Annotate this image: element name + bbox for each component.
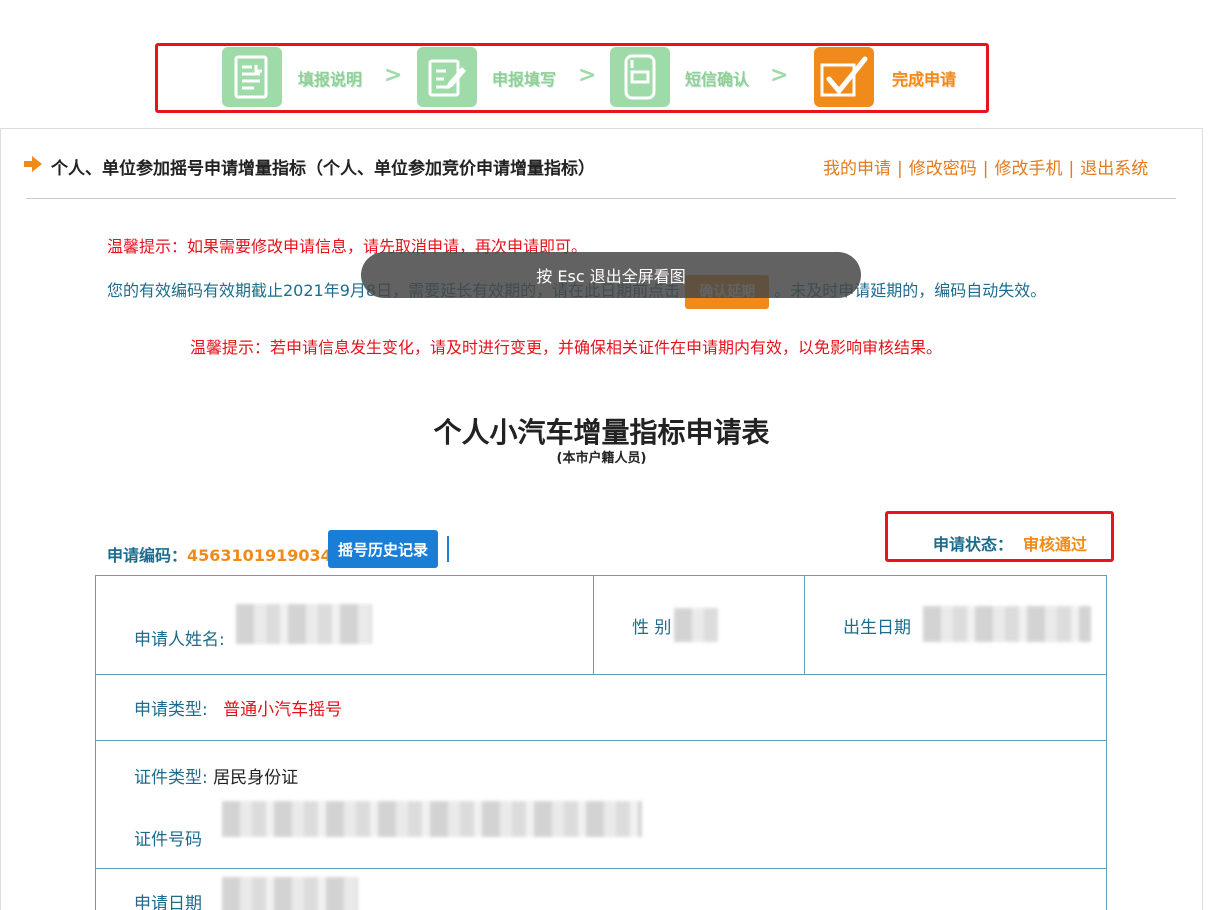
header-divider bbox=[26, 198, 1176, 199]
application-type-value: 普通小汽车摇号 bbox=[223, 700, 343, 720]
step-label-2: 申报填写 bbox=[492, 70, 557, 89]
redacted-name bbox=[236, 604, 372, 644]
link-separator: | bbox=[982, 159, 989, 179]
table-row: 申请日期 bbox=[96, 869, 1106, 910]
id-type-label: 证件类型: bbox=[134, 768, 208, 788]
table-row: 申请类型: 普通小汽车摇号 bbox=[96, 675, 1106, 741]
fullscreen-hint-toast: 按 Esc 退出全屏看图 bbox=[361, 252, 861, 298]
link-separator: | bbox=[897, 159, 903, 179]
redacted-application-date bbox=[222, 877, 358, 910]
change-phone-link[interactable]: 修改手机 bbox=[994, 159, 1062, 179]
lottery-history-button[interactable]: 摇号历史记录 bbox=[328, 530, 439, 568]
id-type-value: 居民身份证 bbox=[213, 768, 299, 788]
application-status: 申请状态： 审核通过 bbox=[933, 531, 1087, 555]
edit-form-icon bbox=[417, 47, 477, 107]
application-code: 申请编码：4563101919034 bbox=[107, 542, 332, 566]
step-label-3: 短信确认 bbox=[685, 70, 750, 89]
chevron-right-icon: > bbox=[770, 63, 789, 88]
status-label: 申请状态： bbox=[933, 535, 1014, 554]
birthdate-label: 出生日期 bbox=[843, 618, 911, 638]
logout-link[interactable]: 退出系统 bbox=[1080, 159, 1148, 179]
application-code-value: 4563101919034 bbox=[187, 546, 332, 565]
gender-label: 性 别 bbox=[632, 618, 672, 638]
top-links: 我的申请 | 修改密码 | 修改手机 | 退出系统 bbox=[823, 154, 1148, 179]
form-title: 个人小汽车增量指标申请表 bbox=[433, 416, 770, 449]
my-applications-link[interactable]: 我的申请 bbox=[823, 159, 891, 179]
step-label-1: 填报说明 bbox=[298, 70, 363, 89]
application-form-table: 申请人姓名: 性 别 出生日期 申请类型: 普通小汽车摇号 证件类型: 居民身份… bbox=[95, 575, 1107, 910]
birthdate-cell: 出生日期 bbox=[804, 576, 1106, 674]
application-code-label: 申请编码： bbox=[107, 546, 188, 565]
redacted-gender bbox=[674, 608, 718, 642]
name-label: 申请人姓名: bbox=[134, 630, 225, 650]
name-cell: 申请人姓名: bbox=[96, 576, 593, 674]
page-title: 个人、单位参加摇号申请增量指标（个人、单位参加竞价申请增量指标） bbox=[51, 159, 595, 179]
step-label-4: 完成申请 bbox=[892, 70, 957, 89]
application-type: 申请类型: 普通小汽车摇号 bbox=[134, 695, 342, 720]
status-value: 审核通过 bbox=[1023, 535, 1088, 554]
redacted-id-number bbox=[222, 801, 642, 837]
link-separator: | bbox=[1068, 159, 1075, 179]
table-row: 证件类型: 居民身份证 证件号码 bbox=[96, 741, 1106, 869]
text-cursor bbox=[447, 536, 449, 562]
arrow-right-icon bbox=[24, 156, 42, 172]
checkmark-icon bbox=[814, 47, 874, 107]
change-password-link[interactable]: 修改密码 bbox=[909, 159, 977, 179]
notice-change: 温馨提示：若申请信息发生变化，请及时进行变更，并确保相关证件在申请期内有效，以免… bbox=[190, 338, 943, 357]
gender-cell: 性 别 bbox=[593, 576, 804, 674]
application-type-label: 申请类型: bbox=[134, 700, 208, 720]
table-row: 申请人姓名: 性 别 出生日期 bbox=[96, 576, 1106, 675]
phone-message-icon bbox=[610, 47, 670, 107]
chevron-right-icon: > bbox=[384, 63, 403, 88]
redacted-birthdate bbox=[923, 606, 1091, 642]
document-icon bbox=[222, 47, 282, 107]
id-type: 证件类型: 居民身份证 bbox=[134, 763, 298, 788]
chevron-right-icon: > bbox=[578, 63, 597, 88]
id-number-label: 证件号码 bbox=[134, 830, 202, 850]
application-date-label: 申请日期 bbox=[134, 894, 202, 910]
form-subtitle: (本市户籍人员) bbox=[556, 451, 647, 466]
